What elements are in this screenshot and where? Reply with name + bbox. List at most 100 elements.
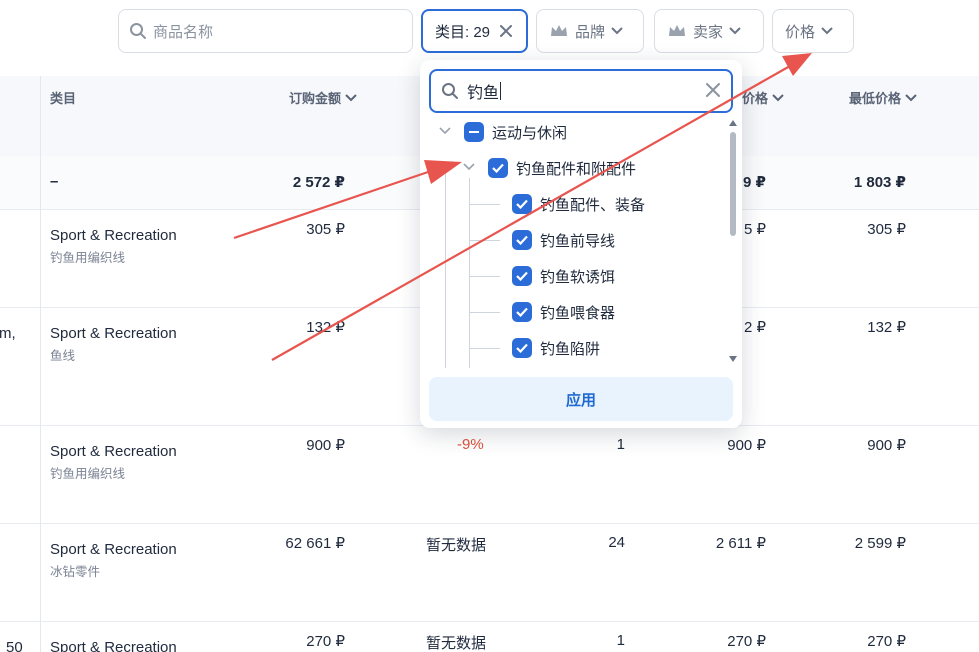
chevron-down-icon: [905, 93, 917, 101]
price-filter-chip[interactable]: 价格: [772, 9, 854, 53]
row-price: 2 ₽: [743, 319, 766, 336]
tree-item-sport-recreation[interactable]: 运动与休闲: [464, 118, 567, 146]
table-row[interactable]: Sport & Recreation 钓鱼用编织线 900 ₽ -9% 1 90…: [0, 426, 979, 524]
row-change: -9%: [457, 436, 484, 453]
tree-item-label: 钓鱼前导线: [540, 232, 616, 250]
total-price: 9 ₽: [743, 174, 766, 191]
tree-guide-line: [470, 348, 500, 349]
row-price: 900 ₽: [727, 437, 766, 454]
text-caret: [500, 82, 502, 100]
column-header-category[interactable]: 类目: [50, 88, 76, 107]
apply-button[interactable]: 应用: [429, 377, 733, 421]
tree-item-soft-baits[interactable]: 钓鱼软诱饵: [512, 262, 615, 290]
chevron-down-icon: [772, 93, 784, 101]
tree-item-label: 钓鱼软诱饵: [540, 268, 616, 286]
column-header-min-price[interactable]: 最低价格: [849, 88, 917, 107]
category-filter-chip[interactable]: 类目: 29: [421, 9, 528, 53]
row-count: 24: [608, 534, 625, 551]
category-chip-label: 类目: 29: [435, 23, 491, 41]
row-change: 暂无数据: [426, 635, 487, 652]
tree-item-feeders[interactable]: 钓鱼喂食器: [512, 298, 615, 326]
checkbox-checked[interactable]: [512, 194, 532, 214]
scroll-down-icon[interactable]: [729, 356, 737, 362]
row-category: Sport & Recreation: [50, 443, 177, 460]
tree-item-traps[interactable]: 钓鱼陷阱: [512, 334, 600, 362]
row-min-price: 132 ₽: [867, 319, 906, 336]
column-header-order-amount[interactable]: 订购金额: [289, 88, 357, 107]
column-header-label: 价格: [742, 91, 769, 106]
tree-item-fishing-accessories[interactable]: 钓鱼配件和附配件: [488, 154, 636, 182]
brand-chip-label: 品牌: [575, 23, 606, 41]
row-change: 暂无数据: [426, 537, 487, 554]
category-search-input[interactable]: 钓鱼: [429, 69, 733, 113]
close-icon[interactable]: [499, 24, 513, 38]
row-subcategory: 鱼线: [50, 349, 76, 363]
tree-guide-line: [470, 204, 500, 205]
chevron-down-icon: [729, 27, 741, 35]
column-header-price[interactable]: 价格: [742, 88, 784, 107]
row-category: Sport & Recreation: [50, 325, 177, 342]
search-icon: [130, 23, 146, 39]
tree-item-label: 运动与休闲: [492, 124, 568, 142]
total-min-price: 1 803 ₽: [853, 174, 906, 191]
row-order-amount: 900 ₽: [306, 437, 345, 454]
row-order-amount: 132 ₽: [306, 319, 345, 336]
column-header-label: 订购金额: [289, 91, 342, 106]
row-count: 1: [616, 436, 625, 453]
scroll-up-icon[interactable]: [729, 120, 737, 126]
chevron-down-icon: [345, 93, 357, 101]
checkbox-checked[interactable]: [488, 158, 508, 178]
tree-item-label: 钓鱼陷阱: [540, 340, 601, 358]
row-price: 5 ₽: [743, 221, 766, 238]
row-subcategory: 钓鱼用编织线: [50, 251, 126, 265]
table-row[interactable]: 50 Sport & Recreation 270 ₽ 暂无数据 1 270 ₽…: [0, 622, 979, 652]
chevron-down-icon[interactable]: [463, 163, 475, 171]
row-min-price: 900 ₽: [867, 437, 906, 454]
scrollbar-thumb[interactable]: [730, 132, 736, 236]
clear-icon[interactable]: [705, 82, 721, 98]
checkbox-checked[interactable]: [512, 230, 532, 250]
total-category: –: [50, 173, 59, 190]
row-price: 2 611 ₽: [715, 535, 766, 552]
category-filter-dropdown: 钓鱼 运动与休闲 钓鱼配件和附配件 钓鱼配件、装备 钓鱼前导线 钓鱼软诱饵 钓鱼…: [420, 60, 742, 428]
tree-guide-line: [445, 168, 446, 368]
row-subcategory: 钓鱼用编织线: [50, 467, 126, 481]
checkbox-partial[interactable]: [464, 122, 484, 142]
tree-item-fishing-leaders[interactable]: 钓鱼前导线: [512, 226, 615, 254]
price-chip-label: 价格: [785, 23, 816, 41]
row-category: Sport & Recreation: [50, 639, 177, 652]
row-product-name-fragment: m,: [0, 325, 16, 342]
table-row[interactable]: Sport & Recreation 冰钻零件 62 661 ₽ 暂无数据 24…: [0, 524, 979, 622]
chevron-down-icon: [611, 27, 623, 35]
product-search-input[interactable]: 商品名称: [118, 9, 413, 53]
checkbox-checked[interactable]: [512, 338, 532, 358]
tree-guide-line: [470, 312, 500, 313]
category-search-value: 钓鱼: [467, 85, 500, 102]
row-min-price: 270 ₽: [867, 633, 906, 650]
tree-item-label: 钓鱼配件和附配件: [516, 160, 637, 178]
seller-chip-label: 卖家: [693, 23, 724, 41]
search-icon: [442, 83, 458, 99]
crown-icon: [551, 25, 567, 36]
row-order-amount: 270 ₽: [306, 633, 345, 650]
tree-item-fishing-gear[interactable]: 钓鱼配件、装备: [512, 190, 645, 218]
tree-item-label: 钓鱼配件、装备: [540, 196, 646, 214]
checkbox-checked[interactable]: [512, 302, 532, 322]
category-tree: 运动与休闲 钓鱼配件和附配件 钓鱼配件、装备 钓鱼前导线 钓鱼软诱饵 钓鱼喂食器…: [420, 118, 730, 368]
row-order-amount: 305 ₽: [306, 221, 345, 238]
row-min-price: 2 599 ₽: [854, 535, 906, 552]
chevron-down-icon[interactable]: [439, 127, 451, 135]
tree-guide-line: [470, 276, 500, 277]
row-product-name-fragment: 50: [6, 639, 23, 652]
seller-filter-chip[interactable]: 卖家: [654, 9, 764, 53]
column-divider: [40, 76, 41, 652]
row-category: Sport & Recreation: [50, 541, 177, 558]
row-category: Sport & Recreation: [50, 227, 177, 244]
crown-icon: [669, 25, 685, 36]
brand-filter-chip[interactable]: 品牌: [536, 9, 644, 53]
search-placeholder: 商品名称: [153, 23, 214, 41]
tree-guide-line: [469, 178, 470, 368]
tree-guide-line: [470, 240, 500, 241]
row-order-amount: 62 661 ₽: [285, 535, 345, 552]
checkbox-checked[interactable]: [512, 266, 532, 286]
